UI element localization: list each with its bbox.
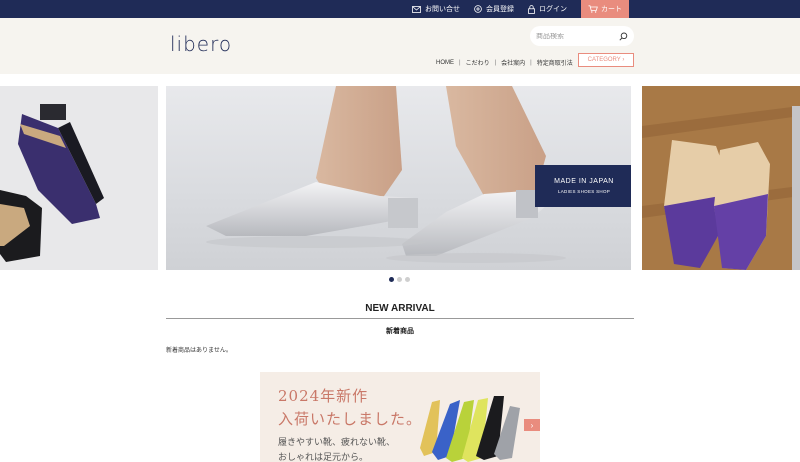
search-input[interactable]	[536, 32, 616, 40]
category-button[interactable]: CATEGORY ›	[578, 53, 634, 67]
contact-link[interactable]: お問い合せ	[412, 4, 460, 14]
banner-line-2: 入荷いたしました。	[278, 410, 423, 428]
lock-icon	[528, 4, 535, 14]
badge-subtitle: LADIES SHOES SHOP	[557, 189, 611, 194]
carousel-dot-2[interactable]	[397, 277, 402, 282]
shoe-photo-left	[0, 86, 158, 270]
nav-separator: |	[530, 59, 532, 66]
nav-company[interactable]: 会社案内	[501, 58, 525, 67]
promo-banner[interactable]: 2024年新作 入荷いたしました。 履きやすい靴、疲れない靴、 おしゃれは足元か…	[260, 372, 540, 462]
site-header: libero HOME | こだわり | 会社案内 | 特定商取引法 CATEG…	[0, 18, 800, 74]
main-nav: HOME | こだわり | 会社案内 | 特定商取引法	[436, 58, 573, 68]
register-link[interactable]: 会員登録	[474, 4, 514, 14]
section-divider	[166, 318, 634, 319]
nav-kodawari[interactable]: こだわり	[466, 58, 490, 67]
carousel-dot-1[interactable]	[389, 277, 394, 282]
slide-current[interactable]: MADE IN JAPAN LADIES SHOES SHOP	[166, 86, 631, 270]
login-label: ログイン	[539, 6, 567, 13]
banner-line-1: 2024年新作	[278, 387, 369, 405]
top-utility-bar: お問い合せ 会員登録 ログイン カート	[0, 0, 800, 18]
carousel-dots	[389, 277, 413, 282]
banner-line-4: おしゃれは足元から。	[278, 453, 369, 462]
carousel-dot-3[interactable]	[405, 277, 410, 282]
badge-title: MADE IN JAPAN	[554, 178, 614, 185]
nav-separator: |	[494, 59, 497, 66]
slide-prev[interactable]	[0, 86, 158, 270]
slide-next[interactable]	[642, 86, 800, 270]
made-in-japan-badge: MADE IN JAPAN LADIES SHOES SHOP	[535, 165, 631, 207]
nav-separator: |	[459, 59, 461, 66]
contact-label: お問い合せ	[425, 6, 460, 13]
top-links: お問い合せ 会員登録 ログイン カート	[412, 0, 800, 18]
search-box	[530, 26, 634, 46]
site-logo[interactable]: libero	[170, 32, 232, 56]
banner-next-arrow[interactable]: ›	[524, 419, 540, 431]
hero-carousel: MADE IN JAPAN LADIES SHOES SHOP	[0, 86, 800, 270]
register-label: 会員登録	[486, 6, 514, 13]
mail-icon	[412, 5, 421, 13]
search-icon[interactable]	[619, 32, 628, 41]
cart-label: カート	[601, 6, 622, 13]
cart-icon	[588, 5, 598, 13]
shoe-photo-right	[642, 86, 800, 270]
empty-message: 新着商品はありません。	[166, 348, 232, 354]
banner-line-3: 履きやすい靴、疲れない靴、	[278, 438, 396, 448]
new-arrival-title: NEW ARRIVAL	[365, 303, 435, 314]
plus-circle-icon	[474, 5, 482, 13]
nav-legal[interactable]: 特定商取引法	[537, 58, 573, 67]
login-link[interactable]: ログイン	[528, 4, 567, 14]
cart-button[interactable]: カート	[581, 0, 629, 18]
nav-home[interactable]: HOME	[436, 60, 454, 66]
new-arrival-subtitle: 新着商品	[386, 328, 414, 335]
banner-shoes-image	[420, 396, 520, 462]
